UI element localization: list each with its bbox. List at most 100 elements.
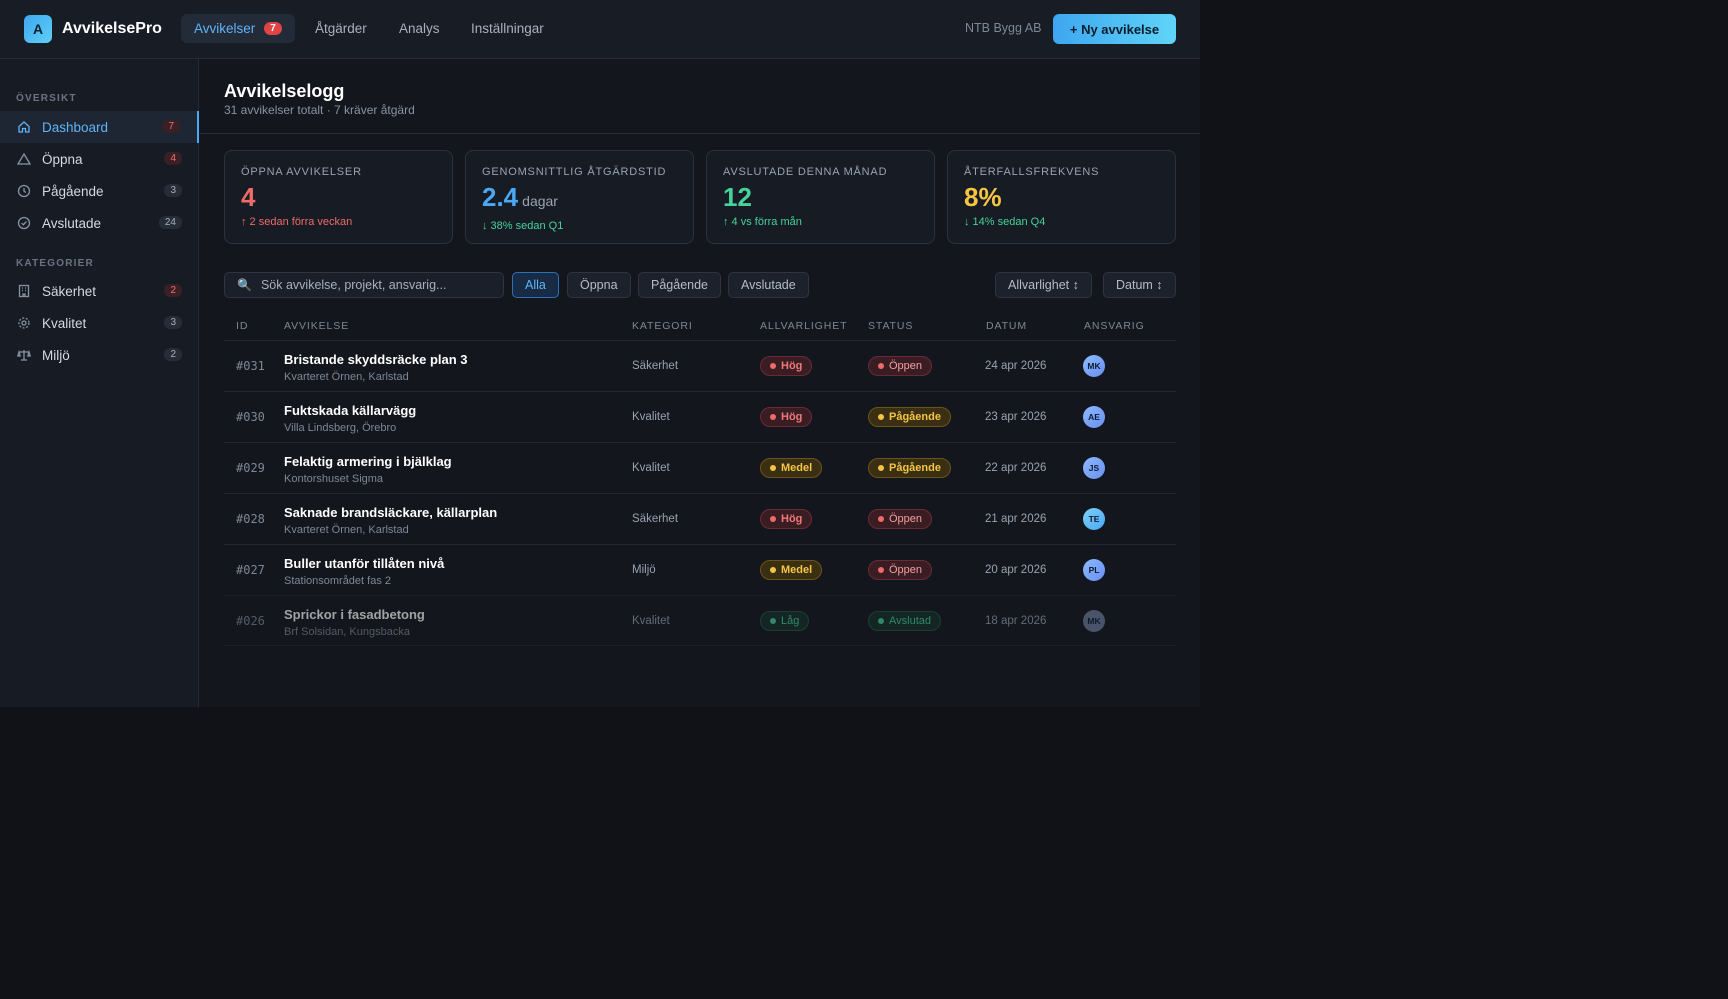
sidebar-item-label: Öppna — [42, 151, 83, 167]
row-date: 23 apr 2026 — [985, 411, 1047, 423]
stat-value: 8% — [964, 182, 1002, 212]
sidebar-item-oppna[interactable]: Öppna 4 — [0, 143, 199, 175]
stat-label: GENOMSNITTLIG ÅTGÄRDSTID — [482, 166, 667, 178]
row-title[interactable]: Felaktig armering i bjälklag — [284, 454, 452, 469]
table-row[interactable]: #028 Saknade brandsläckare, källarplan K… — [224, 493, 1176, 544]
search-input[interactable]: 🔍 Sök avvikelse, projekt, ansvarig... — [224, 272, 504, 298]
status-dot-icon — [878, 516, 884, 522]
page-subtitle: 31 avvikelser totalt · 7 kräver åtgärd — [224, 103, 415, 117]
avatar[interactable]: JS — [1083, 457, 1105, 479]
filter-chip-oppna[interactable]: Öppna — [567, 272, 631, 298]
row-project: Villa Lindsberg, Örebro — [284, 422, 397, 434]
warning-triangle-icon — [17, 152, 31, 166]
status-dot-icon — [770, 465, 776, 471]
row-project: Kontorshuset Sigma — [284, 473, 384, 485]
sidebar-item-avslutade[interactable]: Avslutade 24 — [0, 207, 199, 239]
column-header-kategori[interactable]: KATEGORI — [632, 320, 693, 332]
table-row[interactable]: #031 Bristande skyddsräcke plan 3 Kvarte… — [224, 340, 1176, 391]
row-date: 20 apr 2026 — [985, 564, 1047, 576]
avatar[interactable]: AE — [1083, 406, 1105, 428]
avatar[interactable]: MK — [1083, 610, 1105, 632]
row-project: Brf Solsidan, Kungsbacka — [284, 626, 410, 638]
table-row[interactable]: #029 Felaktig armering i bjälklag Kontor… — [224, 442, 1176, 493]
row-date: 22 apr 2026 — [985, 462, 1047, 474]
sidebar-item-dashboard[interactable]: Dashboard 7 — [0, 111, 199, 143]
sidebar-item-count: 7 — [162, 120, 180, 133]
sort-severity-button[interactable]: Allvarlighet ↕ — [995, 272, 1092, 298]
stat-delta: ↓ 38% sedan Q1 — [482, 220, 564, 232]
severity-badge: Hög — [760, 407, 813, 427]
tab-installningar[interactable]: Inställningar — [458, 14, 557, 43]
tab-atgarder[interactable]: Åtgärder — [302, 14, 380, 43]
column-header-datum[interactable]: DATUM — [986, 320, 1027, 332]
avatar[interactable]: MK — [1083, 355, 1105, 377]
stat-label: ÖPPNA AVVIKELSER — [241, 166, 362, 178]
app-logo[interactable]: A — [24, 15, 52, 43]
sidebar-item-pagaende[interactable]: Pågående 3 — [0, 175, 199, 207]
avatar[interactable]: TE — [1083, 508, 1105, 530]
filter-chip-avslutade[interactable]: Avslutade — [728, 272, 809, 298]
sidebar-item-miljo[interactable]: Miljö 2 — [0, 339, 199, 371]
home-icon — [17, 120, 31, 134]
severity-badge: Hög — [760, 509, 813, 529]
sort-date-button[interactable]: Datum ↕ — [1103, 272, 1176, 298]
row-title[interactable]: Fuktskada källarvägg — [284, 403, 416, 418]
column-header-status[interactable]: STATUS — [868, 320, 913, 332]
row-category: Kvalitet — [632, 615, 670, 627]
stat-delta: ↑ 4 vs förra mån — [723, 216, 802, 228]
status-dot-icon — [878, 567, 884, 573]
filter-chip-pagaende[interactable]: Pågående — [638, 272, 722, 298]
tab-avvikelser[interactable]: Avvikelser 7 — [181, 14, 295, 43]
status-badge: Avslutad — [868, 611, 941, 631]
row-title[interactable]: Buller utanför tillåten nivå — [284, 556, 444, 571]
avatar[interactable]: PL — [1083, 559, 1105, 581]
status-dot-icon — [770, 516, 776, 522]
row-id: #030 — [236, 410, 265, 424]
new-deviation-button[interactable]: + Ny avvikelse — [1053, 14, 1176, 44]
stat-unit: dagar — [522, 193, 558, 209]
status-dot-icon — [878, 414, 884, 420]
stat-card-closed-month: AVSLUTADE DENNA MÅNAD 12 ↑ 4 vs förra må… — [706, 150, 935, 244]
stat-card-avg-time: GENOMSNITTLIG ÅTGÄRDSTID 2.4 dagar ↓ 38% … — [465, 150, 694, 244]
status-dot-icon — [770, 363, 776, 369]
header-divider — [200, 133, 1200, 134]
sidebar-item-label: Kvalitet — [42, 315, 87, 331]
row-title[interactable]: Sprickor i fasadbetong — [284, 607, 425, 622]
table-row[interactable]: #027 Buller utanför tillåten nivå Statio… — [224, 544, 1176, 595]
stat-value: 2.4 dagar — [482, 182, 558, 212]
tab-count-badge: 7 — [264, 22, 282, 35]
stat-card-open: ÖPPNA AVVIKELSER 4 ↑ 2 sedan förra vecka… — [224, 150, 453, 244]
table-row[interactable]: #026 Sprickor i fasadbetong Brf Solsidan… — [224, 595, 1176, 646]
status-dot-icon — [878, 618, 884, 624]
sidebar-item-count: 3 — [164, 316, 182, 329]
status-dot-icon — [770, 618, 776, 624]
table-row[interactable]: #030 Fuktskada källarvägg Villa Lindsber… — [224, 391, 1176, 442]
column-header-id[interactable]: ID — [236, 320, 248, 332]
building-icon — [17, 284, 31, 298]
stat-card-recurrence: ÅTERFALLSFREKVENS 8% ↓ 14% sedan Q4 — [947, 150, 1176, 244]
column-header-avvikelse[interactable]: AVVIKELSE — [284, 320, 349, 332]
row-title[interactable]: Saknade brandsläckare, källarplan — [284, 505, 497, 520]
column-header-ansvarig[interactable]: ANSVARIG — [1084, 320, 1145, 332]
clock-icon — [17, 184, 31, 198]
sidebar-item-label: Avslutade — [42, 215, 102, 231]
tab-analys[interactable]: Analys — [386, 14, 453, 43]
sidebar: ÖVERSIKT Dashboard 7 Öppna 4 Pågående 3 — [0, 59, 199, 707]
company-name: NTB Bygg AB — [965, 21, 1042, 35]
row-category: Säkerhet — [632, 360, 679, 372]
filter-chip-alla[interactable]: Alla — [512, 272, 559, 298]
check-circle-icon — [17, 216, 31, 230]
row-category: Säkerhet — [632, 513, 679, 525]
stat-delta: ↓ 14% sedan Q4 — [964, 216, 1046, 228]
row-id: #028 — [236, 512, 265, 526]
app-window: A AvvikelsePro Avvikelser 7 Åtgärder Ana… — [0, 0, 1200, 707]
sidebar-item-kvalitet[interactable]: Kvalitet 3 — [0, 307, 199, 339]
column-header-allvarlighet[interactable]: ALLVARLIGHET — [760, 320, 847, 332]
row-title[interactable]: Bristande skyddsräcke plan 3 — [284, 352, 468, 367]
stat-delta: ↑ 2 sedan förra veckan — [241, 216, 353, 228]
page-title: Avvikelselogg — [224, 81, 345, 101]
brand-name: AvvikelsePro — [62, 20, 162, 37]
scale-icon — [17, 348, 31, 362]
sidebar-item-sakerhet[interactable]: Säkerhet 2 — [0, 275, 199, 307]
row-date: 24 apr 2026 — [985, 360, 1047, 372]
